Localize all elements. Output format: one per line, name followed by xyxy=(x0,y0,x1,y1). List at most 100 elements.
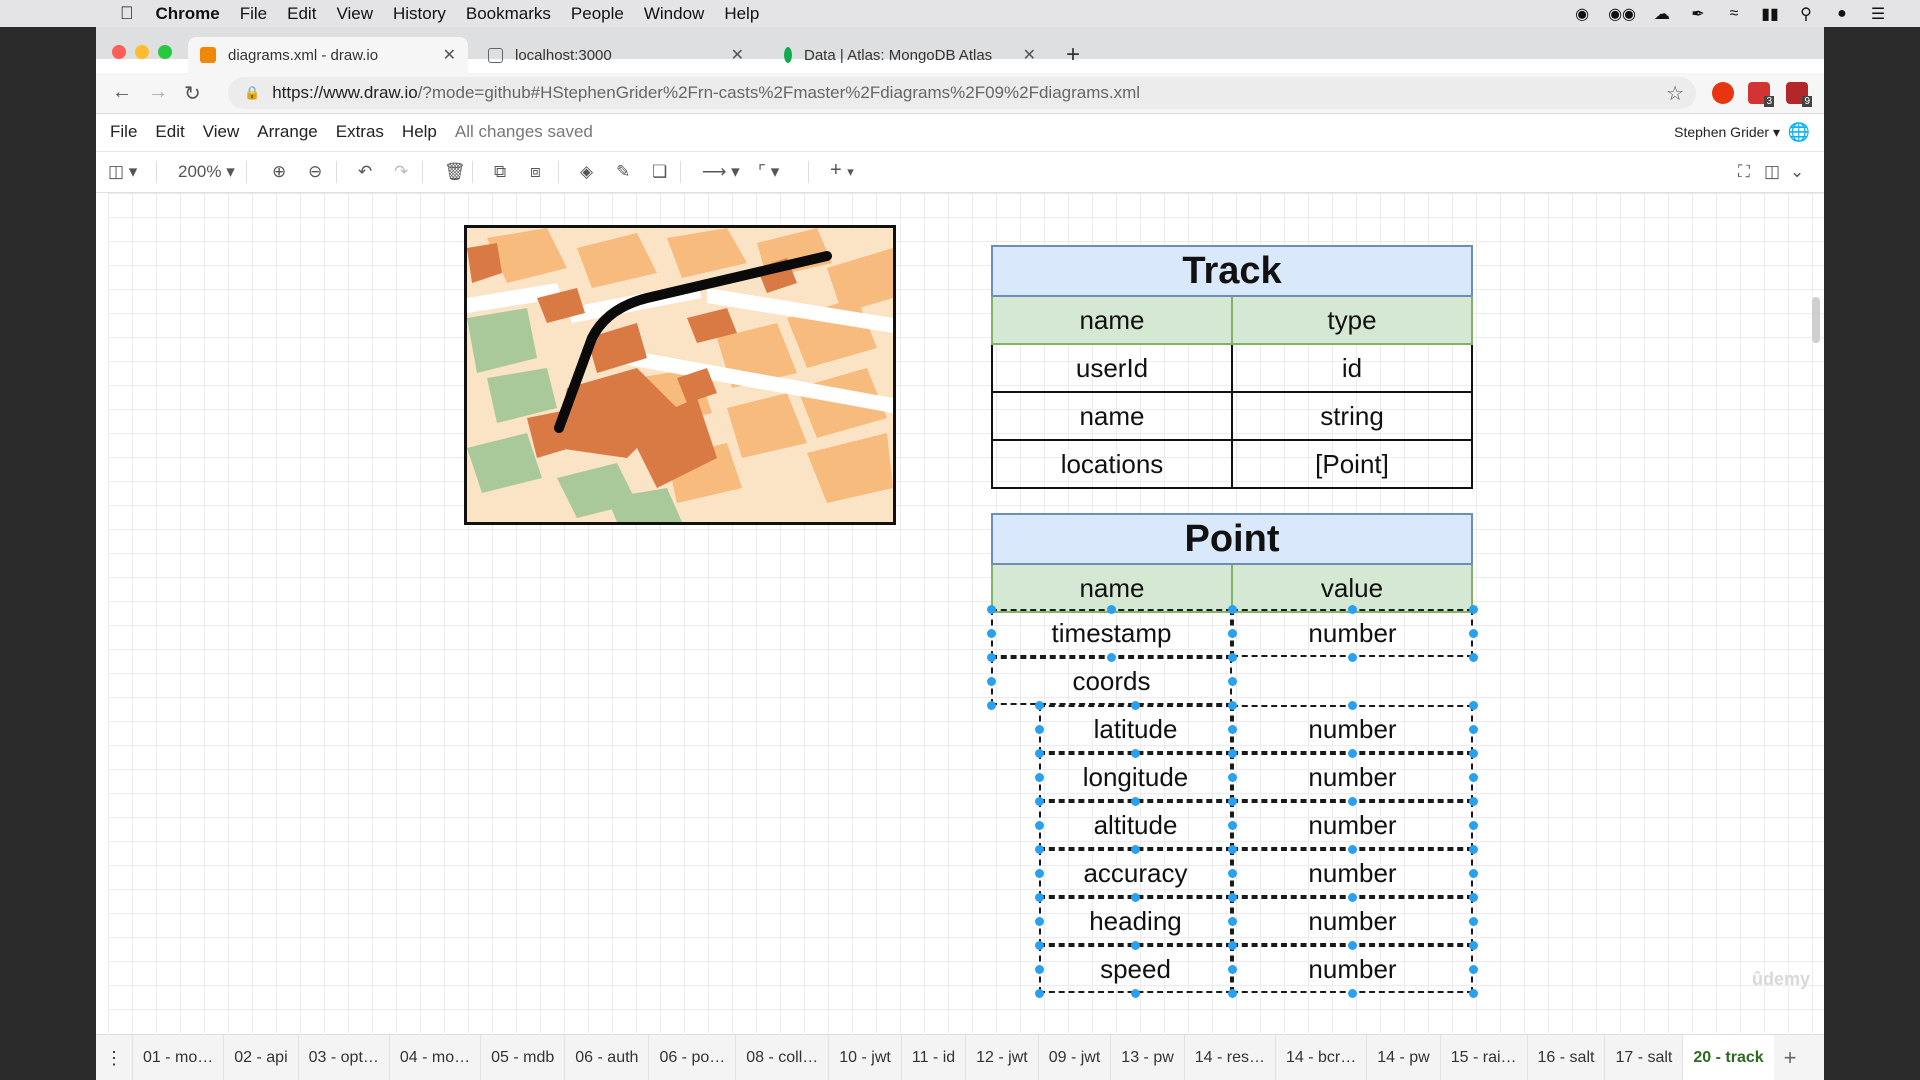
back-icon[interactable]: ← xyxy=(112,81,132,104)
coords-sub-row-name[interactable]: altitude xyxy=(1039,801,1232,849)
resize-handle[interactable] xyxy=(1348,701,1357,710)
close-window-button[interactable] xyxy=(112,45,126,59)
shadow-icon[interactable]: ❏ xyxy=(652,162,667,182)
close-tab-icon[interactable]: ✕ xyxy=(731,45,744,65)
page-tab[interactable]: 09 - jwt xyxy=(1037,1035,1111,1080)
point-row-coords[interactable]: coords xyxy=(991,657,1232,705)
resize-handle[interactable] xyxy=(1107,653,1116,662)
resize-handle[interactable] xyxy=(1469,725,1478,734)
zoom-out-icon[interactable]: ⊖ xyxy=(308,162,322,182)
coords-sub-row-value[interactable]: number xyxy=(1232,801,1473,849)
tab-drawio[interactable]: diagrams.xml - draw.io ✕ xyxy=(188,37,468,73)
page-tab[interactable]: 06 - auth xyxy=(564,1035,648,1080)
map-image[interactable] xyxy=(464,225,896,525)
vertical-scrollbar[interactable] xyxy=(1812,297,1820,343)
page-tab[interactable]: 05 - mdb xyxy=(480,1035,564,1080)
page-tab[interactable]: 12 - jwt xyxy=(965,1035,1038,1080)
point-table[interactable]: Point name value xyxy=(991,513,1473,613)
connection-style-icon[interactable]: ⟶ ▾ xyxy=(702,162,740,182)
resize-handle[interactable] xyxy=(1131,797,1140,806)
resize-handle[interactable] xyxy=(1228,989,1237,998)
resize-handle[interactable] xyxy=(1469,989,1478,998)
coords-sub-row-name[interactable]: longitude xyxy=(1039,753,1232,801)
page-tab-active[interactable]: 20 - track xyxy=(1682,1035,1774,1080)
notification-center-icon[interactable]: ☰ xyxy=(1868,4,1888,24)
page-tab[interactable]: 14 - pw xyxy=(1366,1035,1439,1080)
resize-handle[interactable] xyxy=(1035,797,1044,806)
resize-handle[interactable] xyxy=(1348,845,1357,854)
coords-sub-row-value[interactable]: number xyxy=(1232,897,1473,945)
track-table[interactable]: Track name type userId id name string lo… xyxy=(991,245,1473,489)
waypoints-icon[interactable]: ⌜ ▾ xyxy=(758,162,779,182)
resize-handle[interactable] xyxy=(1035,989,1044,998)
resize-handle[interactable] xyxy=(1107,605,1116,614)
resize-handle[interactable] xyxy=(1131,893,1140,902)
drawio-menu-file[interactable]: File xyxy=(110,122,137,142)
page-tab[interactable]: 04 - mo… xyxy=(388,1035,480,1080)
resize-handle[interactable] xyxy=(1469,893,1478,902)
resize-handle[interactable] xyxy=(1469,869,1478,878)
pages-menu-icon[interactable]: ⋮ xyxy=(96,1048,132,1069)
resize-handle[interactable] xyxy=(1469,821,1478,830)
bookmark-star-icon[interactable]: ☆ xyxy=(1666,81,1684,106)
page-tab[interactable]: 08 - coll… xyxy=(735,1035,828,1080)
coords-sub-row-name[interactable]: speed xyxy=(1039,945,1232,993)
track-row-name[interactable]: name string xyxy=(991,393,1473,441)
resize-handle[interactable] xyxy=(1469,629,1478,638)
resize-handle[interactable] xyxy=(1131,989,1140,998)
resize-handle[interactable] xyxy=(1348,797,1357,806)
drawio-menu-arrange[interactable]: Arrange xyxy=(257,122,317,142)
collapse-toolbar-icon[interactable]: ⌄ xyxy=(1790,162,1804,182)
page-tab[interactable]: 14 - res… xyxy=(1183,1035,1275,1080)
coords-sub-row-value[interactable]: number xyxy=(1232,705,1473,753)
resize-handle[interactable] xyxy=(1035,869,1044,878)
format-panel-toggle-icon[interactable]: ◫ ▾ xyxy=(108,162,137,182)
page-tab[interactable]: 06 - po… xyxy=(648,1035,735,1080)
zoom-window-button[interactable] xyxy=(158,45,172,59)
resize-handle[interactable] xyxy=(1228,893,1237,902)
to-front-icon[interactable]: ⧉ xyxy=(494,162,506,182)
coords-sub-row-value[interactable]: number xyxy=(1232,945,1473,993)
resize-handle[interactable] xyxy=(1228,821,1237,830)
user-menu[interactable]: Stephen Grider ▾ xyxy=(1674,124,1780,141)
drawio-menu-extras[interactable]: Extras xyxy=(336,122,384,142)
resize-handle[interactable] xyxy=(1035,893,1044,902)
resize-handle[interactable] xyxy=(1348,941,1357,950)
diagram-canvas[interactable] xyxy=(108,193,1824,1033)
page-tab[interactable]: 13 - pw xyxy=(1110,1035,1183,1080)
redo-icon[interactable]: ↷ xyxy=(394,162,408,182)
point-row-timestamp-name[interactable]: timestamp xyxy=(991,609,1232,657)
resize-handle[interactable] xyxy=(1348,605,1357,614)
apple-icon[interactable]:  xyxy=(120,3,134,24)
fullscreen-icon[interactable]: ⛶ xyxy=(1738,162,1750,182)
page-tab[interactable]: 02 - api xyxy=(223,1035,297,1080)
resize-handle[interactable] xyxy=(1035,965,1044,974)
resize-handle[interactable] xyxy=(1035,701,1044,710)
resize-handle[interactable] xyxy=(1228,869,1237,878)
siri-icon[interactable]: ● xyxy=(1832,5,1852,23)
wifi-icon[interactable]: ≈ xyxy=(1724,5,1744,23)
resize-handle[interactable] xyxy=(1469,749,1478,758)
resize-handle[interactable] xyxy=(1228,941,1237,950)
menu-window[interactable]: Window xyxy=(644,4,704,24)
battery-icon[interactable]: ▮▮ xyxy=(1760,4,1780,24)
page-tab[interactable]: 03 - opt… xyxy=(297,1035,389,1080)
pen-icon[interactable]: ✒ xyxy=(1688,4,1708,24)
line-color-icon[interactable]: ✎ xyxy=(616,162,630,182)
extension-calendar-icon[interactable]: 3 xyxy=(1748,82,1774,107)
resize-handle[interactable] xyxy=(987,701,996,710)
split-view-icon[interactable]: ◫ xyxy=(1764,162,1780,182)
resize-handle[interactable] xyxy=(1228,845,1237,854)
resize-handle[interactable] xyxy=(1228,677,1237,686)
close-tab-icon[interactable]: ✕ xyxy=(443,45,456,65)
resize-handle[interactable] xyxy=(1131,941,1140,950)
insert-plus-icon[interactable]: + ▾ xyxy=(830,159,854,182)
coords-sub-row-value[interactable]: number xyxy=(1232,753,1473,801)
menu-history[interactable]: History xyxy=(393,4,446,24)
resize-handle[interactable] xyxy=(1228,749,1237,758)
page-tab[interactable]: 10 - jwt xyxy=(828,1035,901,1080)
reload-icon[interactable]: ↻ xyxy=(184,81,201,106)
track-row-userid[interactable]: userId id xyxy=(991,345,1473,393)
zoom-in-icon[interactable]: ⊕ xyxy=(272,162,286,182)
menu-view[interactable]: View xyxy=(336,4,373,24)
